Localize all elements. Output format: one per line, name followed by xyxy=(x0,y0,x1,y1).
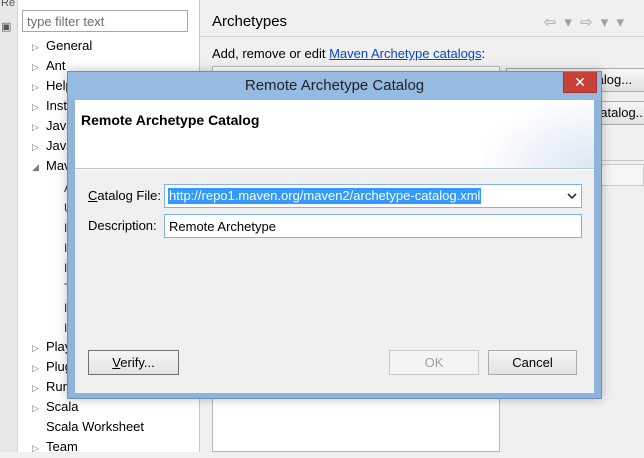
expand-arrow-icon[interactable]: ▷ xyxy=(32,97,46,117)
expand-arrow-icon[interactable]: ▷ xyxy=(32,37,46,57)
dialog-title: Remote Archetype Catalog xyxy=(244,77,425,94)
expand-arrow-icon[interactable]: ▷ xyxy=(32,117,46,137)
title-divider xyxy=(200,36,644,37)
label-text: atalog File: xyxy=(97,188,161,203)
tree-item-install[interactable]: ▷ Inst xyxy=(32,96,67,116)
tree-item-label: Scala xyxy=(46,399,79,414)
expand-arrow-icon[interactable]: ▷ xyxy=(32,338,46,358)
tree-item-scala[interactable]: ▷ Scala xyxy=(32,397,79,417)
tree-item-label: Inst xyxy=(46,98,67,113)
tree-item-label: Ant xyxy=(46,58,66,73)
tree-item-play[interactable]: ▷ Play xyxy=(32,337,71,357)
catalog-file-combo[interactable]: http://repo1.maven.org/maven2/archetype-… xyxy=(164,184,582,208)
catalog-file-value[interactable]: http://repo1.maven.org/maven2/archetype-… xyxy=(168,188,482,204)
left-edge-fragment: Re xyxy=(1,0,16,9)
banner-decoration xyxy=(484,100,594,168)
close-icon[interactable]: ✕ xyxy=(563,72,597,93)
expand-arrow-icon[interactable]: ▷ xyxy=(32,438,46,458)
tree-item-ant[interactable]: ▷ Ant xyxy=(32,56,66,76)
left-edge-icon: ▣ xyxy=(1,21,12,33)
tree-item-maven[interactable]: ◢ Mav xyxy=(32,156,71,176)
tree-item-run[interactable]: ▷ Run xyxy=(32,377,70,397)
catalog-file-label: Catalog File: xyxy=(88,188,161,203)
tree-item-label: General xyxy=(46,38,93,53)
dialog-titlebar[interactable]: Remote Archetype Catalog ✕ xyxy=(68,72,601,100)
left-edge-strip: Re ▣ xyxy=(0,0,18,452)
catalogs-description: Add, remove or edit Maven Archetype cata… xyxy=(212,46,485,61)
mnemonic-char: C xyxy=(88,188,98,203)
button-label: erify... xyxy=(120,355,155,370)
maven-archetype-catalogs-link[interactable]: Maven Archetype catalogs xyxy=(329,46,481,61)
tree-item-scala-worksheet[interactable]: Scala Worksheet xyxy=(32,417,144,437)
banner-separator-highlight xyxy=(75,169,594,170)
description-prefix: Add, remove or edit xyxy=(212,46,330,61)
description-suffix: : xyxy=(481,46,486,61)
filter-input[interactable] xyxy=(22,10,188,32)
remote-archetype-catalog-dialog: Remote Archetype Catalog ✕ Remote Archet… xyxy=(67,71,602,399)
tree-item-label: Scala Worksheet xyxy=(46,419,145,434)
collapse-arrow-icon[interactable]: ◢ xyxy=(32,157,46,177)
dialog-client-area: Remote Archetype Catalog Catalog File: h… xyxy=(75,100,594,393)
description-input[interactable] xyxy=(164,214,582,238)
banner-title: Remote Archetype Catalog xyxy=(81,112,260,128)
expand-arrow-icon[interactable]: ▷ xyxy=(32,137,46,157)
tree-item-team[interactable]: ▷ Team xyxy=(32,437,78,457)
expand-arrow-icon[interactable]: ▷ xyxy=(32,398,46,418)
tree-item-general[interactable]: ▷ General xyxy=(32,36,92,56)
chevron-down-icon[interactable] xyxy=(567,187,577,208)
history-nav-icons[interactable]: ⇦ ▾ ⇨ ▾ ▾ xyxy=(544,13,626,31)
description-label: Description: xyxy=(88,218,157,233)
ok-button[interactable]: OK xyxy=(389,350,479,375)
expand-arrow-icon[interactable]: ▷ xyxy=(32,57,46,77)
expand-arrow-icon[interactable]: ▷ xyxy=(32,77,46,97)
expand-arrow-icon[interactable]: ▷ xyxy=(32,358,46,378)
cancel-button[interactable]: Cancel xyxy=(488,350,577,375)
expand-arrow-icon[interactable]: ▷ xyxy=(32,378,46,398)
page-title: Archetypes xyxy=(212,13,288,30)
dialog-banner: Remote Archetype Catalog xyxy=(75,100,594,168)
verify-button[interactable]: Verify... xyxy=(88,350,179,375)
